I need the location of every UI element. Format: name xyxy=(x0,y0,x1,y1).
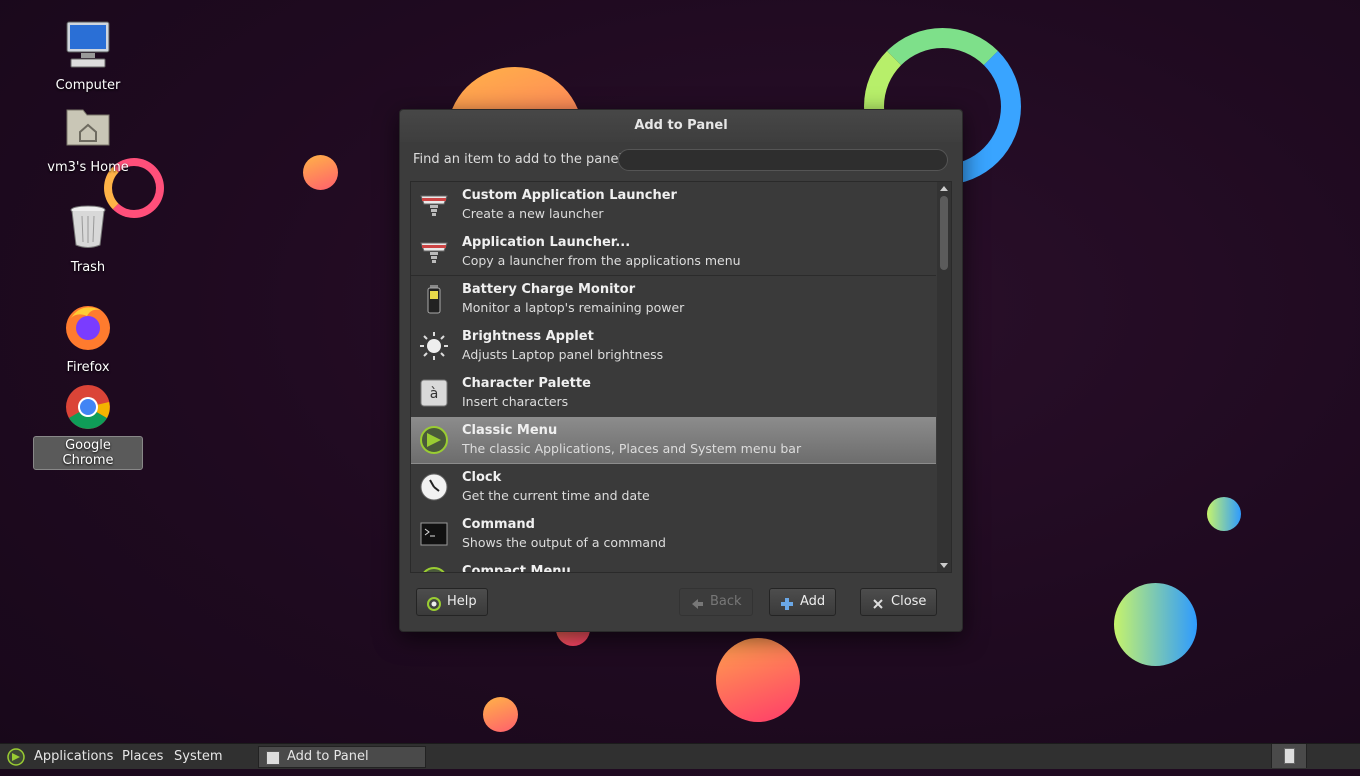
list-item-battery[interactable]: Battery Charge Monitor Monitor a laptop'… xyxy=(411,276,936,323)
help-label: Help xyxy=(447,594,477,609)
help-icon xyxy=(427,595,441,611)
list-item-clock[interactable]: Clock Get the current time and date xyxy=(411,464,936,511)
desktop-icon-label: Google Chrome xyxy=(33,436,143,470)
desktop-icon-trash[interactable]: Trash xyxy=(33,202,143,276)
list-item-character-palette[interactable]: à Character Palette Insert characters xyxy=(411,370,936,417)
scroll-down-arrow-icon[interactable] xyxy=(940,563,948,568)
help-button[interactable]: Help xyxy=(416,588,488,616)
find-label: Find an item to add to the panel: xyxy=(413,152,627,167)
desktop-icon-home[interactable]: vm3's Home xyxy=(33,102,143,176)
taskbar-item-add-to-panel[interactable]: Add to Panel xyxy=(258,746,426,768)
workspace-1[interactable] xyxy=(1271,744,1306,768)
item-desc: Shows the output of a command xyxy=(462,535,666,550)
item-desc: Monitor a laptop's remaining power xyxy=(462,300,685,315)
list-scrollbar[interactable] xyxy=(937,182,951,572)
workspace-window-icon xyxy=(1284,748,1295,764)
menu-system[interactable]: System xyxy=(174,744,222,769)
home-folder-icon xyxy=(63,102,113,152)
item-name: Classic Menu xyxy=(462,423,558,438)
decor-circle-right-small xyxy=(1207,497,1241,531)
menu-applications[interactable]: Applications xyxy=(34,744,113,769)
item-name: Clock xyxy=(462,470,502,485)
list-item-command[interactable]: Command Shows the output of a command xyxy=(411,511,936,558)
add-button[interactable]: Add xyxy=(769,588,837,616)
decor-circle-right-large xyxy=(1114,583,1197,666)
desktop-icon-label: Trash xyxy=(70,260,106,275)
item-name: Compact Menu xyxy=(462,564,571,573)
classic-menu-icon xyxy=(419,425,449,455)
item-name: Command xyxy=(462,517,535,532)
item-name: Custom Application Launcher xyxy=(462,188,677,203)
list-item-brightness[interactable]: Brightness Applet Adjusts Laptop panel b… xyxy=(411,323,936,370)
back-label: Back xyxy=(710,594,742,609)
item-desc: Copy a launcher from the applications me… xyxy=(462,253,741,268)
item-desc: Get the current time and date xyxy=(462,488,650,503)
list-item-classic-menu[interactable]: Classic Menu The classic Applications, P… xyxy=(411,417,936,464)
decor-circle-bottom-small xyxy=(483,697,518,732)
desktop-icon-label: Computer xyxy=(55,78,121,93)
chrome-icon xyxy=(63,382,113,432)
launcher-icon xyxy=(419,190,449,220)
item-desc: Adjusts Laptop panel brightness xyxy=(462,347,664,362)
dialog-title: Add to Panel xyxy=(400,110,962,142)
panel-item-list: Custom Application Launcher Create a new… xyxy=(410,181,952,573)
character-palette-icon: à xyxy=(419,378,449,408)
list-item-compact-menu[interactable]: Compact Menu xyxy=(411,558,936,573)
desktop-icon-computer[interactable]: Computer xyxy=(33,20,143,94)
window-icon xyxy=(266,751,280,765)
brightness-icon xyxy=(419,331,449,361)
plus-icon xyxy=(780,595,794,610)
trash-icon xyxy=(63,202,113,252)
clock-icon xyxy=(419,472,449,502)
launcher-icon xyxy=(419,237,449,267)
item-name: Brightness Applet xyxy=(462,329,594,344)
item-name: Character Palette xyxy=(462,376,591,391)
item-desc: Create a new launcher xyxy=(462,206,604,221)
close-icon xyxy=(871,595,885,609)
bottom-panel: Applications Places System Add to Panel xyxy=(0,743,1360,769)
terminal-icon xyxy=(419,519,449,549)
desktop-icon-firefox[interactable]: Firefox xyxy=(33,302,143,376)
list-item-app-launcher[interactable]: Application Launcher... Copy a launcher … xyxy=(411,229,936,276)
desktop-icon-label: vm3's Home xyxy=(47,160,129,175)
decor-circle-small-orange xyxy=(303,155,338,190)
decor-circle-bottom-large xyxy=(716,638,800,722)
back-button[interactable]: Back xyxy=(679,588,753,616)
taskbar-item-label: Add to Panel xyxy=(287,749,369,764)
find-input[interactable] xyxy=(618,149,948,171)
computer-icon xyxy=(63,20,113,70)
svg-text:à: à xyxy=(430,386,439,402)
back-arrow-icon xyxy=(690,595,704,609)
battery-icon xyxy=(419,284,449,314)
item-name: Application Launcher... xyxy=(462,235,631,250)
scroll-thumb[interactable] xyxy=(940,196,948,270)
add-label: Add xyxy=(800,594,826,609)
firefox-icon xyxy=(63,302,113,352)
close-label: Close xyxy=(891,594,927,609)
item-desc: Insert characters xyxy=(462,394,569,409)
desktop-icon-chrome[interactable]: Google Chrome xyxy=(33,382,143,470)
workspace-2[interactable] xyxy=(1306,744,1341,768)
add-to-panel-dialog: Add to Panel Find an item to add to the … xyxy=(399,109,963,632)
item-desc: The classic Applications, Places and Sys… xyxy=(462,441,802,456)
close-button[interactable]: Close xyxy=(860,588,938,616)
menu-places[interactable]: Places xyxy=(122,744,163,769)
classic-menu-icon xyxy=(419,566,449,572)
scroll-up-arrow-icon[interactable] xyxy=(940,186,948,191)
item-name: Battery Charge Monitor xyxy=(462,282,636,297)
desktop-icon-label: Firefox xyxy=(66,360,110,375)
list-item-custom-launcher[interactable]: Custom Application Launcher Create a new… xyxy=(411,182,936,229)
main-menu-icon[interactable] xyxy=(6,747,26,767)
